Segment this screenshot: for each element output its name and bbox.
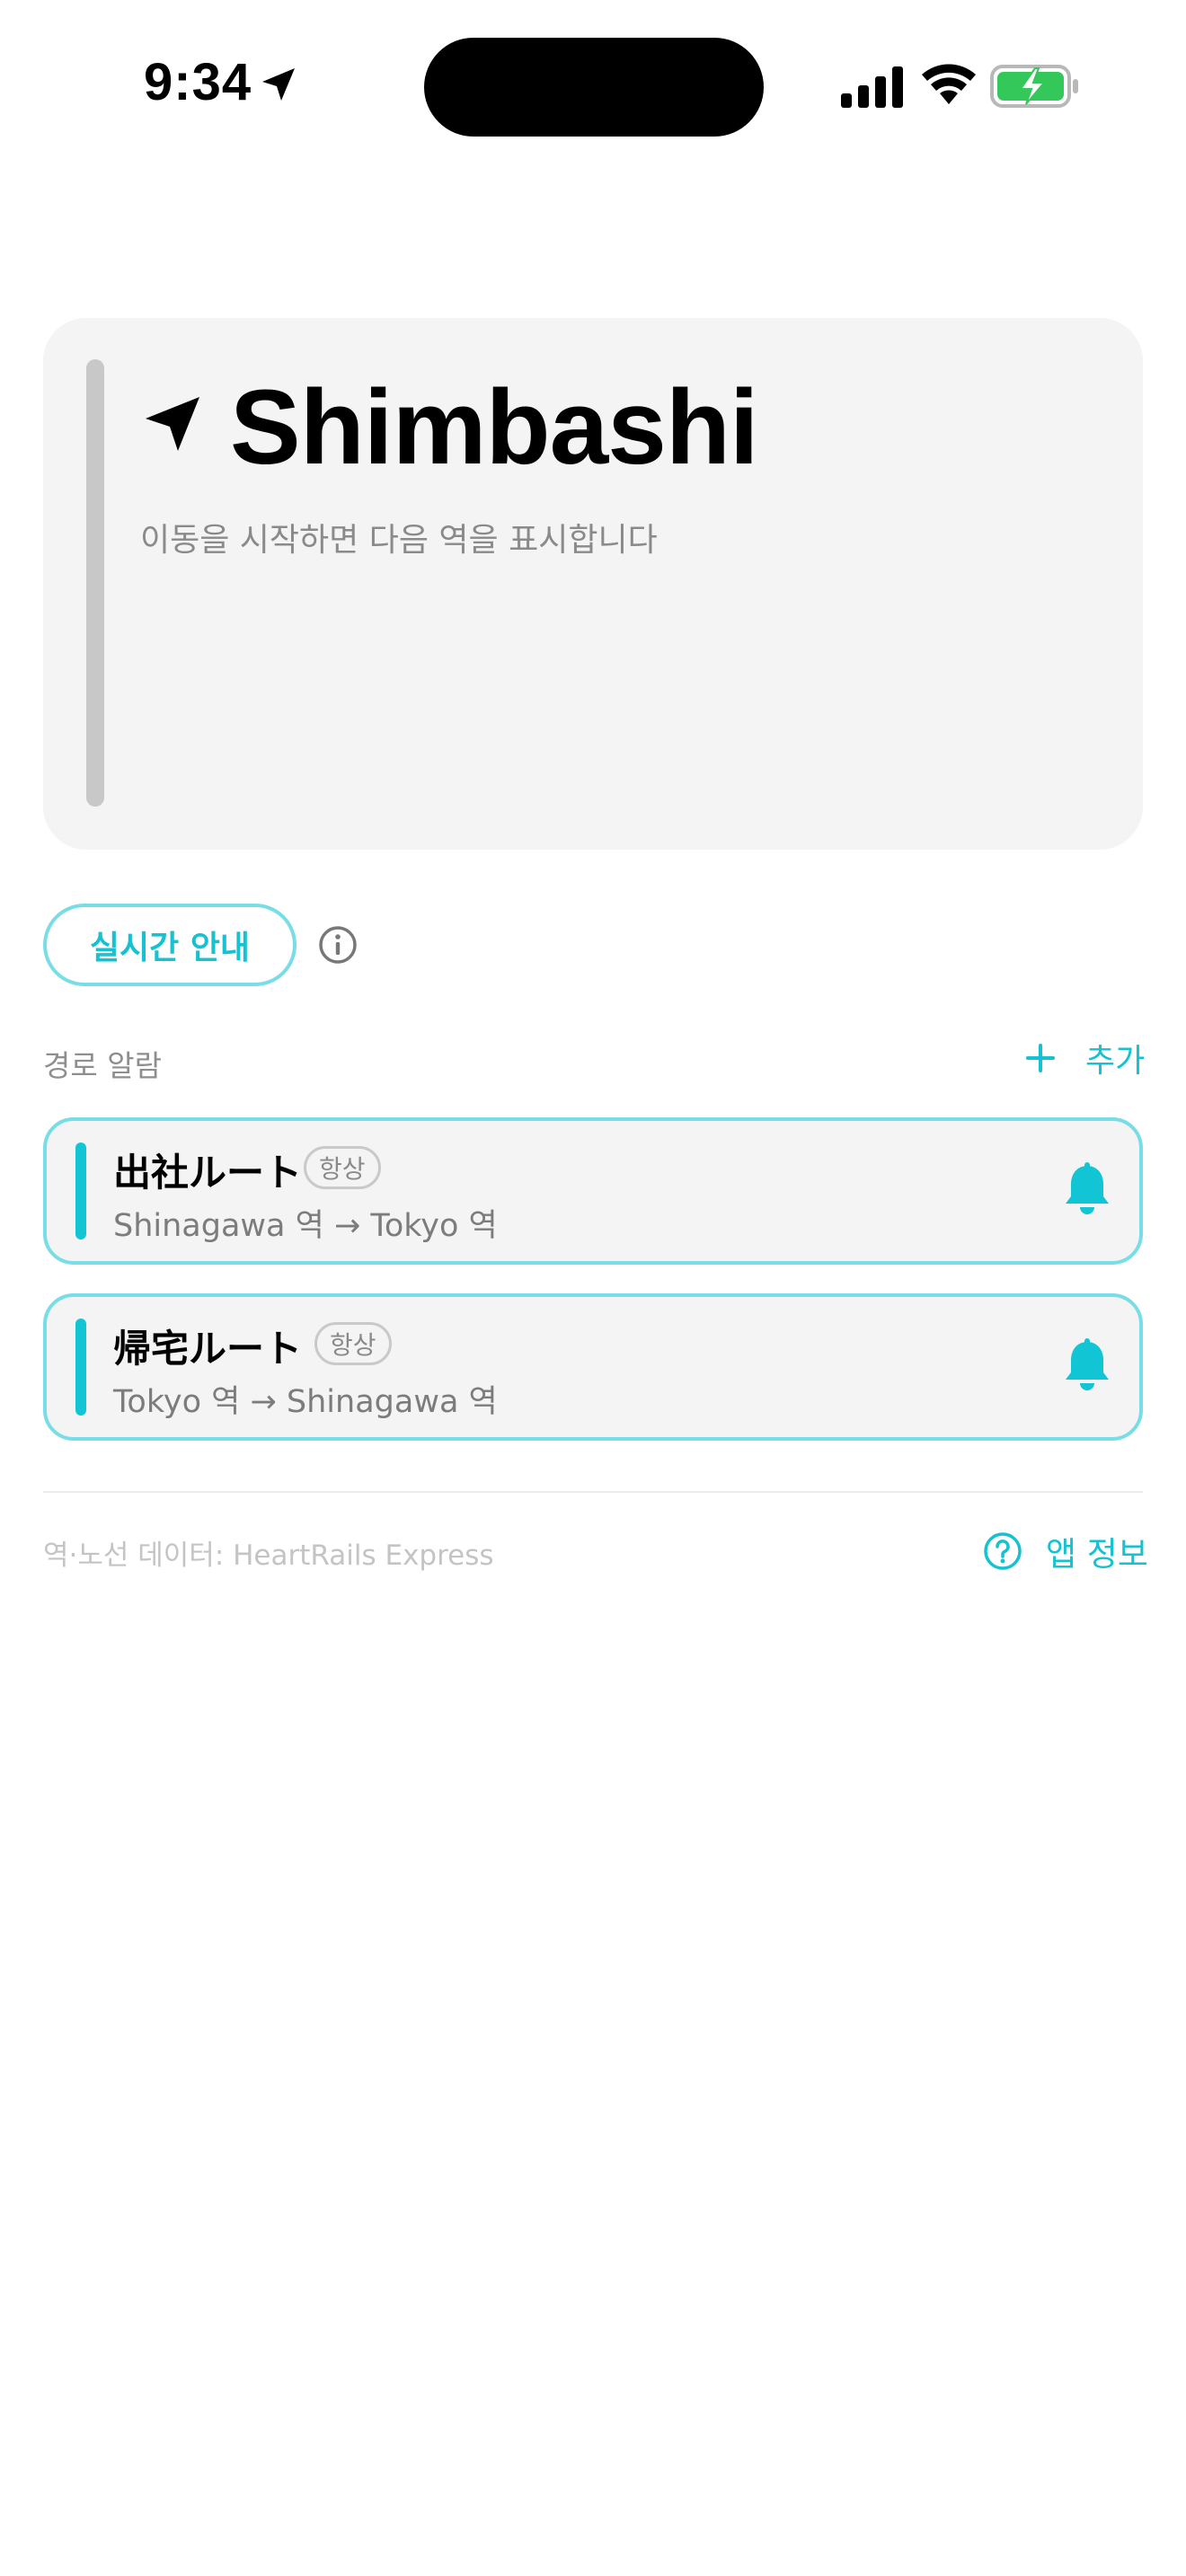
add-route-button[interactable]: 추가	[1022, 1035, 1145, 1081]
add-route-label: 추가	[1085, 1043, 1146, 1080]
data-credit: 역·노선 데이터: HeartRails Express	[43, 1539, 494, 1572]
route-path: Shinagawa 역 → Tokyo 역	[113, 1208, 498, 1244]
question-circle-icon	[984, 1532, 1022, 1570]
status-time: 9:34	[144, 53, 252, 111]
live-guidance-button[interactable]: 실시간 안내	[43, 904, 296, 986]
cellular-signal-icon	[841, 66, 903, 108]
dynamic-island	[424, 38, 764, 137]
route-name: 帰宅ルート	[113, 1327, 303, 1371]
route-path: Tokyo 역 → Shinagawa 역	[113, 1384, 498, 1420]
route-badge: 항상	[304, 1146, 381, 1189]
location-arrow-icon	[262, 68, 295, 101]
navigation-arrow-icon	[146, 397, 199, 451]
route-alarms-title: 경로 알람	[43, 1048, 162, 1083]
wifi-icon	[922, 64, 976, 104]
battery-charging-icon	[990, 65, 1078, 108]
route-name: 出社ルート	[113, 1151, 303, 1195]
route-accent-bar	[75, 1319, 86, 1416]
route-badge: 항상	[314, 1322, 392, 1365]
station-name: Shimbashi	[230, 368, 759, 487]
divider	[43, 1491, 1143, 1493]
bell-icon[interactable]	[1062, 1162, 1112, 1216]
route-accent-bar	[75, 1142, 86, 1239]
station-subtitle: 이동을 시작하면 다음 역을 표시합니다	[140, 522, 658, 559]
info-icon[interactable]	[318, 925, 358, 965]
bell-icon[interactable]	[1062, 1338, 1112, 1392]
station-progress-bar	[86, 359, 104, 807]
app-info-button[interactable]: 앱 정보	[983, 1527, 1148, 1575]
app-info-label: 앱 정보	[1046, 1535, 1148, 1574]
plus-icon	[1026, 1044, 1055, 1072]
